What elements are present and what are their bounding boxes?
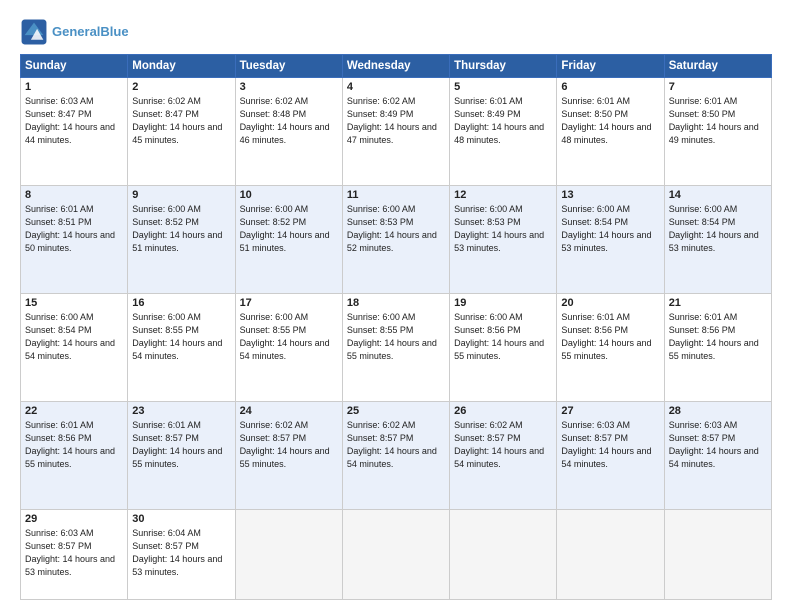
table-row: 23Sunrise: 6:01 AMSunset: 8:57 PMDayligh…	[128, 402, 235, 510]
header-row: Sunday Monday Tuesday Wednesday Thursday…	[21, 55, 772, 78]
col-thursday: Thursday	[450, 55, 557, 78]
table-row	[557, 510, 664, 600]
table-row: 12Sunrise: 6:00 AMSunset: 8:53 PMDayligh…	[450, 186, 557, 294]
table-row	[450, 510, 557, 600]
calendar-table: Sunday Monday Tuesday Wednesday Thursday…	[20, 54, 772, 600]
table-row: 7Sunrise: 6:01 AMSunset: 8:50 PMDaylight…	[664, 78, 771, 186]
table-row: 30Sunrise: 6:04 AMSunset: 8:57 PMDayligh…	[128, 510, 235, 600]
col-tuesday: Tuesday	[235, 55, 342, 78]
table-row: 15Sunrise: 6:00 AMSunset: 8:54 PMDayligh…	[21, 294, 128, 402]
table-row: 19Sunrise: 6:00 AMSunset: 8:56 PMDayligh…	[450, 294, 557, 402]
table-row: 1Sunrise: 6:03 AMSunset: 8:47 PMDaylight…	[21, 78, 128, 186]
col-monday: Monday	[128, 55, 235, 78]
table-row: 14Sunrise: 6:00 AMSunset: 8:54 PMDayligh…	[664, 186, 771, 294]
table-row: 21Sunrise: 6:01 AMSunset: 8:56 PMDayligh…	[664, 294, 771, 402]
col-sunday: Sunday	[21, 55, 128, 78]
logo-icon	[20, 18, 48, 46]
col-friday: Friday	[557, 55, 664, 78]
logo-general: General	[52, 24, 100, 39]
table-row	[664, 510, 771, 600]
table-row: 24Sunrise: 6:02 AMSunset: 8:57 PMDayligh…	[235, 402, 342, 510]
table-row: 17Sunrise: 6:00 AMSunset: 8:55 PMDayligh…	[235, 294, 342, 402]
logo-text: GeneralBlue	[52, 24, 129, 40]
table-row: 5Sunrise: 6:01 AMSunset: 8:49 PMDaylight…	[450, 78, 557, 186]
logo: GeneralBlue	[20, 18, 129, 46]
table-row: 16Sunrise: 6:00 AMSunset: 8:55 PMDayligh…	[128, 294, 235, 402]
table-row: 27Sunrise: 6:03 AMSunset: 8:57 PMDayligh…	[557, 402, 664, 510]
col-saturday: Saturday	[664, 55, 771, 78]
table-row: 4Sunrise: 6:02 AMSunset: 8:49 PMDaylight…	[342, 78, 449, 186]
table-row: 26Sunrise: 6:02 AMSunset: 8:57 PMDayligh…	[450, 402, 557, 510]
logo-blue: Blue	[100, 24, 128, 39]
header: GeneralBlue	[20, 18, 772, 46]
table-row: 20Sunrise: 6:01 AMSunset: 8:56 PMDayligh…	[557, 294, 664, 402]
table-row: 13Sunrise: 6:00 AMSunset: 8:54 PMDayligh…	[557, 186, 664, 294]
table-row: 2Sunrise: 6:02 AMSunset: 8:47 PMDaylight…	[128, 78, 235, 186]
table-row: 11Sunrise: 6:00 AMSunset: 8:53 PMDayligh…	[342, 186, 449, 294]
table-row: 28Sunrise: 6:03 AMSunset: 8:57 PMDayligh…	[664, 402, 771, 510]
table-row: 22Sunrise: 6:01 AMSunset: 8:56 PMDayligh…	[21, 402, 128, 510]
table-row: 29Sunrise: 6:03 AMSunset: 8:57 PMDayligh…	[21, 510, 128, 600]
table-row: 9Sunrise: 6:00 AMSunset: 8:52 PMDaylight…	[128, 186, 235, 294]
table-row: 6Sunrise: 6:01 AMSunset: 8:50 PMDaylight…	[557, 78, 664, 186]
col-wednesday: Wednesday	[342, 55, 449, 78]
table-row: 25Sunrise: 6:02 AMSunset: 8:57 PMDayligh…	[342, 402, 449, 510]
table-row: 8Sunrise: 6:01 AMSunset: 8:51 PMDaylight…	[21, 186, 128, 294]
table-row: 10Sunrise: 6:00 AMSunset: 8:52 PMDayligh…	[235, 186, 342, 294]
table-row: 18Sunrise: 6:00 AMSunset: 8:55 PMDayligh…	[342, 294, 449, 402]
page: GeneralBlue Sunday Monday Tuesday Wednes…	[0, 0, 792, 612]
table-row	[235, 510, 342, 600]
table-row: 3Sunrise: 6:02 AMSunset: 8:48 PMDaylight…	[235, 78, 342, 186]
table-row	[342, 510, 449, 600]
